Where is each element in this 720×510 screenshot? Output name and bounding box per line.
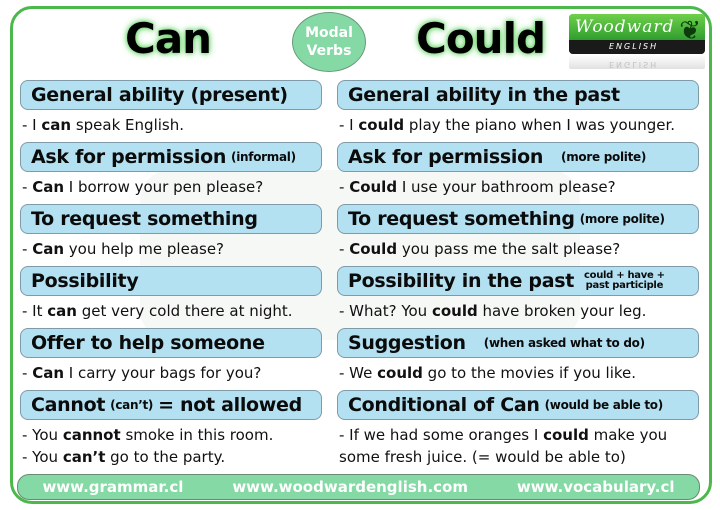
could-usage-permission: Ask for permission (more polite) - Could … xyxy=(337,142,699,204)
heading-text: Possibility xyxy=(31,270,139,292)
example-sentence: - You can’t go to the party. xyxy=(22,448,226,466)
usage-heading: To request something xyxy=(20,204,322,234)
can-usage-request: To request something - Can you help me p… xyxy=(20,204,322,266)
could-usage-request: To request something (more polite) - Coul… xyxy=(337,204,699,266)
could-usage-suggestion: Suggestion (when asked what to do) - We c… xyxy=(337,328,699,390)
woodward-logo: Woodward ENGLISH ❦ xyxy=(569,14,705,54)
example-sentence: - Could I use your bathroom please? xyxy=(339,178,616,196)
can-usage-offer: Offer to help someone - Can I carry your… xyxy=(20,328,322,390)
could-usage-past-possibility: Possibility in the past could + have + pa… xyxy=(337,266,699,328)
can-usage-possibility: Possibility - It can get very cold there… xyxy=(20,266,322,328)
usage-heading: Ask for permission (more polite) xyxy=(337,142,699,172)
usage-heading: To request something (more polite) xyxy=(337,204,699,234)
link-grammar[interactable]: www.grammar.cl xyxy=(42,478,183,496)
usage-heading: General ability (present) xyxy=(20,80,322,110)
heading-text: To request something xyxy=(31,208,258,230)
badge-line-2: Verbs xyxy=(306,43,352,59)
example-sentence: - I could play the piano when I was youn… xyxy=(339,116,676,134)
footer-links-bar: www.grammar.cl www.woodwardenglish.com w… xyxy=(17,474,700,500)
usage-heading: Cannot (can’t) = not allowed xyxy=(20,390,322,420)
heading-text: Possibility in the past xyxy=(348,270,575,292)
example-sentence: - Can you help me please? xyxy=(22,240,225,258)
modal-verbs-badge: Modal Verbs xyxy=(292,12,366,72)
fern-icon: ❦ xyxy=(679,16,701,46)
heading-text: General ability in the past xyxy=(348,84,620,106)
example-sentence: - It can get very cold there at night. xyxy=(22,302,293,320)
example-sentence: - You cannot smoke in this room. xyxy=(22,426,274,444)
example-sentence: - What? You could have broken your leg. xyxy=(339,302,647,320)
usage-heading: Offer to help someone xyxy=(20,328,322,358)
link-woodwardenglish[interactable]: www.woodwardenglish.com xyxy=(232,478,468,496)
usage-heading: Possibility in the past could + have + pa… xyxy=(337,266,699,296)
can-column: General ability (present) - I can speak … xyxy=(20,80,322,466)
heading-note: (informal) xyxy=(231,150,296,164)
heading-text: To request something xyxy=(348,208,575,230)
link-vocabulary[interactable]: www.vocabulary.cl xyxy=(517,478,675,496)
could-usage-past-ability: General ability in the past - I could pl… xyxy=(337,80,699,142)
badge-line-1: Modal xyxy=(305,25,353,41)
heading-text: General ability (present) xyxy=(31,84,288,106)
usage-heading: Possibility xyxy=(20,266,322,296)
example-sentence: - Can I carry your bags for you? xyxy=(22,364,262,382)
usage-heading: Conditional of Can (would be able to) xyxy=(337,390,699,420)
example-sentence: - I can speak English. xyxy=(22,116,184,134)
example-sentence: - We could go to the movies if you like. xyxy=(339,364,637,382)
heading-note: (can’t) xyxy=(110,398,154,412)
example-sentence: - Could you pass me the salt please? xyxy=(339,240,621,258)
heading-text: Ask for permission xyxy=(31,146,227,168)
heading-text: Offer to help someone xyxy=(31,332,265,354)
example-sentence: - If we had some oranges I could make yo… xyxy=(339,426,668,444)
title-can: Can xyxy=(125,14,212,63)
usage-heading: General ability in the past xyxy=(337,80,699,110)
can-usage-permission: Ask for permission (informal) - Can I bor… xyxy=(20,142,322,204)
logo-reflection: ENGLISH xyxy=(569,55,705,69)
heading-note: (when asked what to do) xyxy=(483,336,645,350)
heading-note: (more polite) xyxy=(561,150,647,164)
example-sentence: - Can I borrow your pen please? xyxy=(22,178,264,196)
could-usage-conditional: Conditional of Can (would be able to) - I… xyxy=(337,390,699,466)
heading-note: could + have + past participle xyxy=(584,270,665,291)
heading-tail: = not allowed xyxy=(158,394,302,416)
title-could: Could xyxy=(416,14,546,63)
can-usage-general-ability: General ability (present) - I can speak … xyxy=(20,80,322,142)
heading-text: Ask for permission xyxy=(348,146,544,168)
heading-text: Suggestion xyxy=(348,332,466,354)
usage-heading: Suggestion (when asked what to do) xyxy=(337,328,699,358)
heading-note: (more polite) xyxy=(579,212,665,226)
usage-heading: Ask for permission (informal) xyxy=(20,142,322,172)
heading-text: Conditional of Can xyxy=(348,394,540,416)
can-usage-not-allowed: Cannot (can’t) = not allowed - You cannot … xyxy=(20,390,322,466)
could-column: General ability in the past - I could pl… xyxy=(337,80,699,466)
example-sentence-continued: some fresh juice. (= would be able to) xyxy=(339,448,626,466)
heading-text: Cannot xyxy=(31,394,106,416)
heading-note: (would be able to) xyxy=(544,398,664,412)
